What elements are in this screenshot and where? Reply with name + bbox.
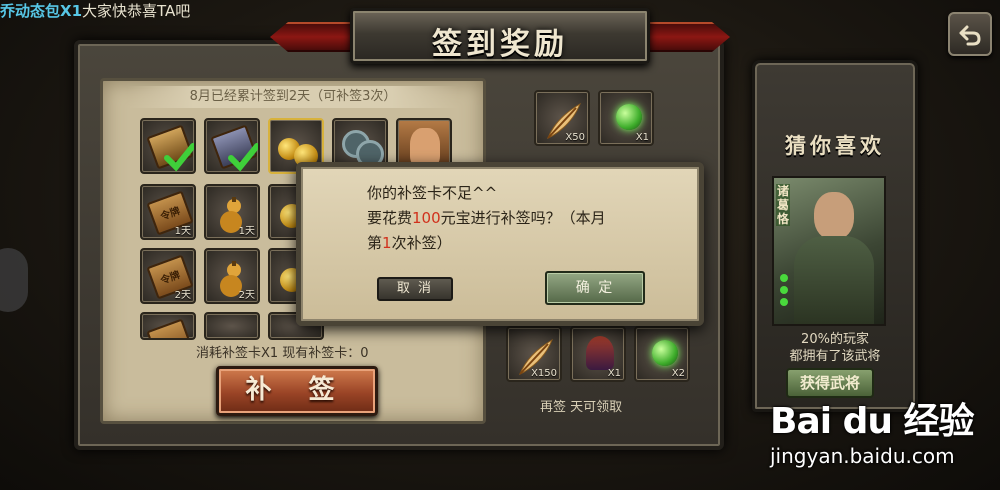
confirm-button[interactable]: 确 定 (545, 271, 645, 305)
dialog-line3: 第1次补签） (367, 231, 606, 256)
day-count: 2天 (238, 290, 255, 301)
next-reward-note: 再签 天可领取 (540, 400, 623, 415)
percent-line1: 20%的玩家 (801, 332, 869, 347)
helmet-icon (586, 336, 614, 370)
broadcast-marquee: 乔动态包X1大家快恭喜TA吧 (0, 0, 190, 24)
watermark-logo: Bai du 经验 (770, 401, 975, 442)
reward-slot-day6[interactable]: 令牌 1天 (140, 184, 196, 240)
item-count: X50 (565, 132, 585, 143)
patch-card-consume: 消耗补签卡X1 现有补签卡：0 (196, 346, 369, 361)
dialog-line2: 要花费100元宝进行补签吗？（本月 (367, 206, 606, 231)
jade-orb-icon (616, 104, 642, 130)
marquee-message: 大家快恭喜TA吧 (82, 2, 191, 20)
dialog-line2-pre: 要花费 (367, 209, 413, 227)
reward-slot-feather[interactable]: X50 (534, 90, 590, 146)
percent-line2: 都拥有了该武将 (789, 349, 881, 364)
game-scene: 乔动态包X1大家快恭喜TA吧 签到奖励 8月已经累计签到2天（可补签3次） 令牌… (0, 0, 1000, 490)
checkmark-icon (164, 143, 194, 172)
day-count: 2天 (174, 290, 191, 301)
page-title: 签到奖励 (432, 27, 568, 62)
jade-orb-icon (652, 340, 678, 366)
title-plaque: 签到奖励 (270, 8, 730, 68)
watermark-url: jingyan.baidu.com (770, 444, 955, 468)
patch-card-icon (146, 318, 194, 338)
hero-name: 诸葛恪 (776, 184, 790, 226)
cost-amount: 100 (412, 209, 441, 227)
reward-slot-day13[interactable] (204, 312, 260, 340)
item-count: X150 (531, 368, 557, 379)
confirm-dialog: 你的补签卡不足^^ 要花费100元宝进行补签吗？（本月 第1次补签） 取 消 确… (296, 162, 704, 326)
item-count: X1 (607, 368, 621, 379)
baidu-jingyan-watermark: Bai du 经验 jingyan.baidu.com (770, 392, 994, 482)
dialog-line3-post: 次补签） (391, 234, 452, 252)
reward-slot-day2[interactable] (204, 118, 260, 174)
star-icon (780, 274, 788, 282)
dialog-line3-pre: 第 (367, 234, 383, 252)
reward-slot-orb[interactable]: X1 (598, 90, 654, 146)
dialog-line1: 你的补签卡不足^^ (367, 184, 498, 202)
back-button[interactable] (948, 12, 992, 56)
item-count: X1 (635, 132, 649, 143)
item-count: X2 (671, 368, 685, 379)
star-icon (780, 286, 788, 294)
hero-face (814, 192, 854, 240)
reward-slot-helmet[interactable]: X1 (570, 326, 626, 382)
dialog-line2-post: 元宝进行补签吗？（本月 (440, 209, 606, 227)
recommend-title: 猜你喜欢 (785, 134, 885, 158)
reward-slot-day9[interactable]: 令牌 2天 (140, 248, 196, 304)
reward-slot-day7[interactable]: 1天 (204, 184, 260, 240)
reward-slot-day12[interactable] (140, 312, 196, 340)
patch-count: 1 (382, 234, 392, 252)
reward-slot-day1[interactable] (140, 118, 196, 174)
dialog-message: 你的补签卡不足^^ 要花费100元宝进行补签吗？（本月 第1次补签） (367, 181, 606, 256)
cancel-button[interactable]: 取 消 (377, 277, 453, 301)
side-drawer-handle[interactable] (0, 248, 28, 312)
reward-slot-feather-2[interactable]: X150 (506, 326, 562, 382)
patch-sign-button[interactable]: 补 签 (216, 366, 378, 416)
checkmark-icon (228, 143, 258, 172)
star-icon (780, 298, 788, 306)
marquee-item-name: 乔动态包X1 (0, 2, 83, 20)
hero-robe (794, 236, 874, 324)
day-count: 1天 (238, 226, 255, 237)
checkin-summary: 8月已经累计签到2天（可补签3次） (128, 86, 458, 108)
reward-slot-day10[interactable]: 2天 (204, 248, 260, 304)
reward-slot-orb-2[interactable]: X2 (634, 326, 690, 382)
title-board: 签到奖励 (350, 8, 650, 64)
return-arrow-icon (959, 25, 981, 46)
day-count: 1天 (174, 226, 191, 237)
ownership-percent: 20%的玩家 都拥有了该武将 (752, 331, 918, 365)
